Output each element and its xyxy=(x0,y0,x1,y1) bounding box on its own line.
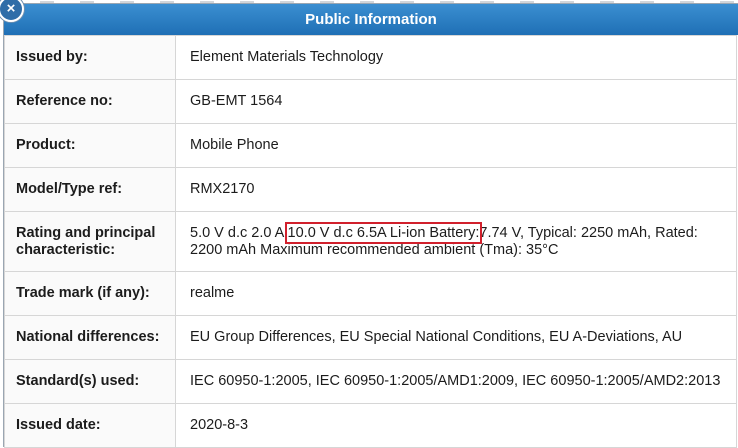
row-label-model: Model/Type ref: xyxy=(4,167,176,212)
row-value-standards: IEC 60950-1:2005, IEC 60950-1:2005/AMD1:… xyxy=(175,359,737,404)
row-value-rating: 5.0 V d.c 2.0 A 10.0 V d.c 6.5A Li-ion B… xyxy=(175,211,737,272)
row-value-issued-by: Element Materials Technology xyxy=(175,35,737,80)
dialog-title: Public Information xyxy=(4,4,738,35)
row-value-trade-mark: realme xyxy=(175,271,737,316)
table-row: Reference no: GB-EMT 1564 xyxy=(4,79,737,124)
row-value-national-differences: EU Group Differences, EU Special Nationa… xyxy=(175,315,737,360)
table-row: Issued date: 2020-8-3 xyxy=(4,403,737,448)
info-table: Issued by: Element Materials Technology … xyxy=(4,35,737,448)
row-value-reference-no: GB-EMT 1564 xyxy=(175,79,737,124)
table-row: Standard(s) used: IEC 60950-1:2005, IEC … xyxy=(4,359,737,404)
row-label-reference-no: Reference no: xyxy=(4,79,176,124)
table-row: Trade mark (if any): realme xyxy=(4,271,737,316)
row-value-product: Mobile Phone xyxy=(175,123,737,168)
row-label-product: Product: xyxy=(4,123,176,168)
row-label-issued-date: Issued date: xyxy=(4,403,176,448)
table-row: Issued by: Element Materials Technology xyxy=(4,35,737,80)
row-label-issued-by: Issued by: xyxy=(4,35,176,80)
row-value-issued-date: 2020-8-3 xyxy=(175,403,737,448)
row-label-rating: Rating and principal characteristic: xyxy=(4,211,176,272)
table-row: National differences: EU Group Differenc… xyxy=(4,315,737,360)
table-row: Product: Mobile Phone xyxy=(4,123,737,168)
row-value-model: RMX2170 xyxy=(175,167,737,212)
row-label-standards: Standard(s) used: xyxy=(4,359,176,404)
rating-text-before: 5.0 V d.c 2.0 A xyxy=(190,224,284,241)
highlighted-rating-text: 10.0 V d.c 6.5A Li-ion Battery: xyxy=(284,221,483,244)
public-information-dialog: × Public Information Issued by: Element … xyxy=(0,0,738,448)
table-row: Rating and principal characteristic: 5.0… xyxy=(4,211,737,272)
table-row: Model/Type ref: RMX2170 xyxy=(4,167,737,212)
row-label-trade-mark: Trade mark (if any): xyxy=(4,271,176,316)
row-label-national-differences: National differences: xyxy=(4,315,176,360)
